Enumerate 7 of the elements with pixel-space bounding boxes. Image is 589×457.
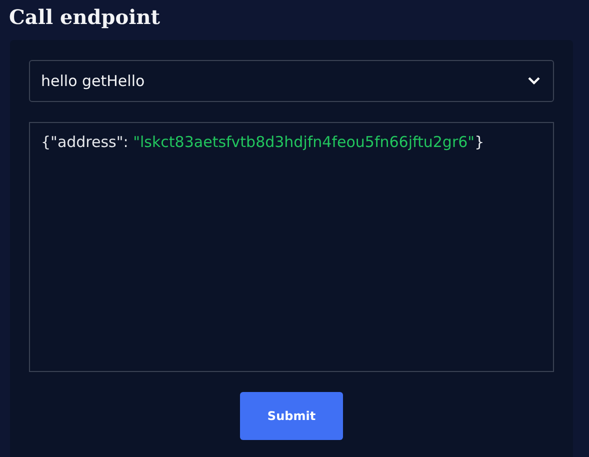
chevron-down-icon	[527, 76, 541, 86]
code-line: {"address": "lskct83aetsfvtb8d3hdjfn4feou5fn66jftu2gr6"}	[41, 132, 486, 151]
submit-button[interactable]: Submit	[240, 392, 343, 440]
select-value: hello getHello	[41, 72, 145, 90]
page-title: Call endpoint	[8, 4, 161, 31]
code-editor[interactable]: {"address": "lskct83aetsfvtb8d3hdjfn4feou5fn66jftu2gr6"}	[29, 122, 554, 372]
endpoint-select[interactable]: hello getHello	[29, 60, 554, 102]
